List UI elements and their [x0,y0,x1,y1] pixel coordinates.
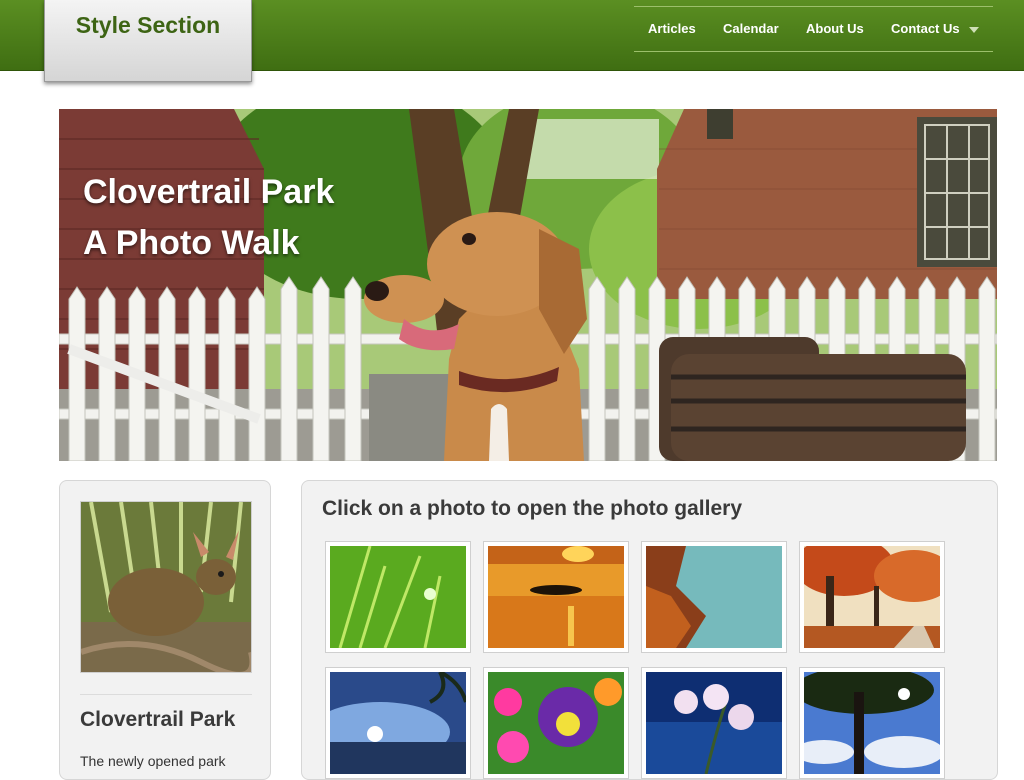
hero-title-line-2: A Photo Walk [83,224,300,262]
gallery-thumb-orchid[interactable] [641,667,787,779]
sidebar-intro-text: The newly opened park [80,753,226,769]
rocky-coast-photo-icon [646,546,782,648]
sidebar-title: Clovertrail Park [80,708,236,731]
hero-title: Clovertrail Park A Photo Walk [83,167,334,269]
pansy-flowers-photo-icon [488,672,624,774]
gallery-thumb-tropical-sunset[interactable] [325,667,471,779]
site-header: Style Section Articles Calendar About Us… [0,0,1024,82]
site-logo[interactable]: Style Section [44,0,252,82]
photo-gallery-panel: Click on a photo to open the photo galle… [301,480,998,780]
nav-item-articles[interactable]: Articles [648,7,696,51]
gallery-heading: Click on a photo to open the photo galle… [322,497,742,520]
gallery-thumb-rocky-coast[interactable] [641,541,787,653]
deer-photo[interactable] [80,501,252,673]
hero-title-line-1: Clovertrail Park [83,173,335,211]
sidebar-panel: Clovertrail Park The newly opened park [59,480,271,780]
gallery-thumb-autumn-park[interactable] [799,541,945,653]
autumn-park-photo-icon [804,546,940,648]
chevron-down-icon[interactable] [969,27,979,33]
gallery-thumb-pansy-flowers[interactable] [483,667,629,779]
sunset-lake-photo-icon [488,546,624,648]
grass-photo-icon [330,546,466,648]
deer-photo-icon [81,502,251,672]
nav-item-contact-us[interactable]: Contact Us [891,7,960,51]
hero-photo [59,109,997,461]
orchid-photo-icon [646,672,782,774]
nav-item-calendar[interactable]: Calendar [723,7,779,51]
nav-item-about-us[interactable]: About Us [806,7,864,51]
gallery-thumb-sunset-lake[interactable] [483,541,629,653]
main-nav: Articles Calendar About Us Contact Us [634,6,993,52]
gallery-thumb-tree-sky[interactable] [799,667,945,779]
site-logo-text: Style Section [75,12,221,38]
gallery-thumb-grass[interactable] [325,541,471,653]
tropical-sunset-photo-icon [330,672,466,774]
sidebar-divider [80,694,252,695]
tree-sky-photo-icon [804,672,940,774]
hero-banner: Clovertrail Park A Photo Walk [59,109,997,461]
